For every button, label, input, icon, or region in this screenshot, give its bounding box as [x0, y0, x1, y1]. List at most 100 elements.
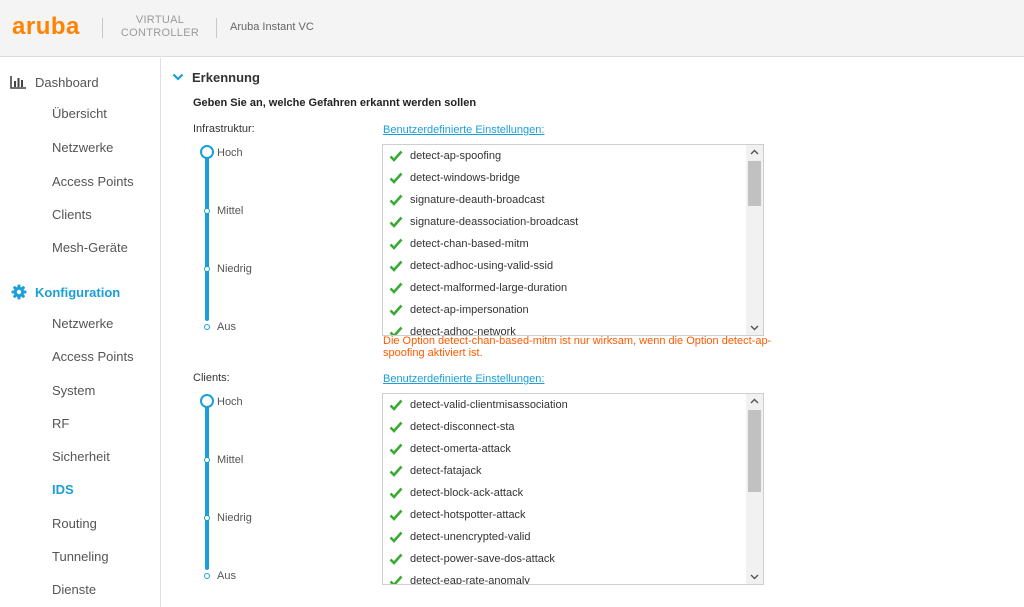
checkmark-icon — [389, 399, 403, 411]
scrollbar-thumb[interactable] — [748, 161, 761, 206]
clients-level-slider[interactable]: Hoch Mittel Niedrig Aus — [200, 394, 282, 582]
sidebar-item-dienste[interactable]: Dienste — [52, 581, 96, 599]
slider-handle[interactable] — [200, 145, 214, 159]
clients-label: Clients: — [193, 372, 230, 384]
header-divider — [216, 18, 217, 38]
slider-tick[interactable] — [204, 266, 210, 272]
level-mittel[interactable]: Mittel — [217, 205, 243, 217]
checkmark-icon — [389, 531, 403, 543]
checkmark-icon — [389, 172, 403, 184]
list-item[interactable]: detect-valid-clientmisassociation — [383, 394, 745, 416]
list-item[interactable]: signature-deauth-broadcast — [383, 189, 745, 211]
checkmark-icon — [389, 282, 403, 294]
clients-list-scrollbar[interactable] — [746, 394, 763, 584]
list-item[interactable]: detect-hotspotter-attack — [383, 504, 745, 526]
checkmark-icon — [389, 509, 403, 521]
sidebar-item-uebersicht[interactable]: Übersicht — [52, 105, 107, 123]
vc-line1: VIRTUAL — [135, 14, 185, 26]
list-item[interactable]: detect-fatajack — [383, 460, 745, 482]
sidebar-item-netzwerke[interactable]: Netzwerke — [52, 315, 113, 333]
top-header: aruba VIRTUAL CONTROLLER Aruba Instant V… — [0, 0, 1024, 57]
vc-name: Aruba Instant VC — [230, 21, 314, 33]
level-aus[interactable]: Aus — [217, 321, 236, 333]
level-hoch[interactable]: Hoch — [217, 396, 243, 408]
list-item[interactable]: detect-windows-bridge — [383, 167, 745, 189]
list-item[interactable]: detect-adhoc-network — [383, 321, 745, 335]
sidebar-item-rf[interactable]: RF — [52, 415, 69, 433]
warning-message: Die Option detect-chan-based-mitm ist nu… — [383, 335, 772, 359]
vc-line2: CONTROLLER — [120, 27, 200, 39]
section-erkennung-toggle[interactable]: Erkennung — [172, 69, 260, 85]
slider-track[interactable] — [205, 402, 209, 570]
sidebar-item-sicherheit[interactable]: Sicherheit — [52, 448, 110, 466]
sidebar-item-clients[interactable]: Clients — [52, 206, 92, 224]
infra-custom-settings-link[interactable]: Benutzerdefinierte Einstellungen: — [383, 124, 544, 136]
sidebar-item-mesh-geraete[interactable]: Mesh-Geräte — [52, 239, 128, 257]
list-item[interactable]: detect-omerta-attack — [383, 438, 745, 460]
list-item[interactable]: detect-malformed-large-duration — [383, 277, 745, 299]
level-aus[interactable]: Aus — [217, 570, 236, 582]
gear-icon — [10, 284, 27, 300]
checkmark-icon — [389, 421, 403, 433]
list-item[interactable]: detect-power-save-dos-attack — [383, 548, 745, 570]
checkmark-icon — [389, 553, 403, 565]
list-item[interactable]: detect-eap-rate-anomaly — [383, 570, 745, 584]
sidebar-dashboard[interactable]: Dashboard — [10, 72, 99, 92]
list-item[interactable]: signature-deassociation-broadcast — [383, 211, 745, 233]
checkmark-icon — [389, 575, 403, 584]
sidebar-item-routing[interactable]: Routing — [52, 515, 97, 533]
infra-level-slider[interactable]: Hoch Mittel Niedrig Aus — [200, 145, 282, 333]
clients-custom-settings-link[interactable]: Benutzerdefinierte Einstellungen: — [383, 373, 544, 385]
list-item[interactable]: detect-disconnect-sta — [383, 416, 745, 438]
level-hoch[interactable]: Hoch — [217, 147, 243, 159]
clients-list-items: detect-valid-clientmisassociation detect… — [383, 394, 745, 584]
checkmark-icon — [389, 487, 403, 499]
list-item[interactable]: detect-block-ack-attack — [383, 482, 745, 504]
slider-handle[interactable] — [200, 394, 214, 408]
list-item[interactable]: detect-chan-based-mitm — [383, 233, 745, 255]
section-title: Erkennung — [192, 69, 260, 85]
infra-list-scrollbar[interactable] — [746, 145, 763, 335]
clients-detection-list[interactable]: detect-valid-clientmisassociation detect… — [382, 393, 764, 585]
scrollbar-thumb[interactable] — [748, 410, 761, 492]
checkmark-icon — [389, 304, 403, 316]
slider-tick[interactable] — [204, 208, 210, 214]
scroll-down-icon[interactable] — [746, 570, 763, 584]
instruction-text: Geben Sie an, welche Gefahren erkannt we… — [193, 97, 477, 109]
list-item[interactable]: detect-unencrypted-valid — [383, 526, 745, 548]
virtual-controller-label: VIRTUAL CONTROLLER — [118, 14, 202, 40]
scroll-down-icon[interactable] — [746, 321, 763, 335]
scroll-up-icon[interactable] — [746, 394, 763, 408]
level-mittel[interactable]: Mittel — [217, 454, 243, 466]
sidebar-item-ids[interactable]: IDS — [52, 481, 74, 499]
checkmark-icon — [389, 216, 403, 228]
list-item[interactable]: detect-adhoc-using-valid-ssid — [383, 255, 745, 277]
sidebar-item-netzwerke[interactable]: Netzwerke — [52, 139, 113, 157]
checkmark-icon — [389, 194, 403, 206]
sidebar-konfiguration-label: Konfiguration — [35, 284, 121, 300]
list-item[interactable]: detect-ap-impersonation — [383, 299, 745, 321]
checkmark-icon — [389, 326, 403, 335]
level-niedrig[interactable]: Niedrig — [217, 512, 252, 524]
sidebar-item-access-points[interactable]: Access Points — [52, 173, 134, 191]
bar-chart-icon — [10, 75, 27, 89]
sidebar-item-system[interactable]: System — [52, 382, 95, 400]
aruba-logo[interactable]: aruba — [12, 13, 80, 41]
slider-tick[interactable] — [204, 515, 210, 521]
sidebar: Dashboard Übersicht Netzwerke Access Poi… — [0, 58, 161, 607]
slider-track[interactable] — [205, 153, 209, 321]
sidebar-item-access-points[interactable]: Access Points — [52, 348, 134, 366]
infra-detection-list[interactable]: detect-ap-spoofing detect-windows-bridge… — [382, 144, 764, 336]
checkmark-icon — [389, 465, 403, 477]
checkmark-icon — [389, 238, 403, 250]
sidebar-dashboard-label: Dashboard — [35, 74, 99, 90]
scroll-up-icon[interactable] — [746, 145, 763, 159]
sidebar-item-tunneling[interactable]: Tunneling — [52, 548, 109, 566]
sidebar-konfiguration[interactable]: Konfiguration — [10, 282, 120, 302]
list-item[interactable]: detect-ap-spoofing — [383, 145, 745, 167]
slider-tick[interactable] — [204, 324, 210, 330]
header-divider — [102, 18, 103, 38]
slider-tick[interactable] — [204, 573, 210, 579]
level-niedrig[interactable]: Niedrig — [217, 263, 252, 275]
slider-tick[interactable] — [204, 457, 210, 463]
